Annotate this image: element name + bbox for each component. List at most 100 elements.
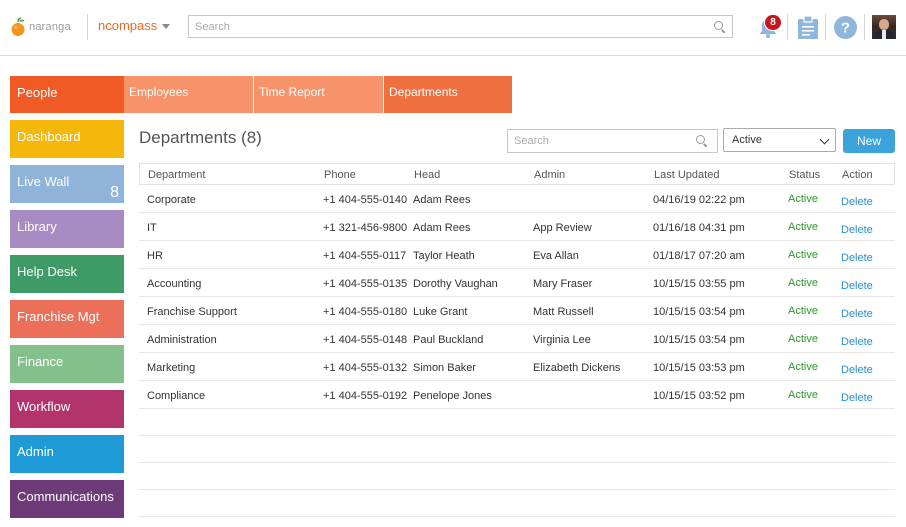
last-updated: 10/15/15 03:55 pm	[653, 278, 745, 290]
tab-departments[interactable]: Departments	[384, 76, 512, 113]
last-updated: 01/18/17 07:20 am	[653, 250, 745, 262]
status-text: Active	[788, 221, 818, 233]
sidebar-item-label: People	[17, 85, 58, 100]
table-row[interactable]: Marketing +1 404-555-0132 Simon Baker El…	[139, 353, 895, 381]
department-phone: +1 404-555-0140	[323, 194, 408, 206]
status-text: Active	[788, 333, 818, 345]
column-header: Action	[842, 169, 873, 181]
empty-row	[139, 463, 895, 490]
last-updated: 01/16/18 04:31 pm	[653, 222, 745, 234]
tab-employees[interactable]: Employees	[124, 76, 253, 113]
column-header[interactable]: Status	[789, 169, 820, 181]
delete-link[interactable]: Delete	[841, 336, 873, 348]
delete-link[interactable]: Delete	[841, 392, 873, 404]
search-icon[interactable]	[714, 21, 726, 34]
sidebar-item-label: Help Desk	[17, 264, 77, 279]
department-head: Dorothy Vaughan	[413, 278, 498, 290]
chevron-down-icon	[819, 134, 830, 145]
sidebar-item-label: Library	[17, 219, 57, 234]
table-row[interactable]: Accounting +1 404-555-0135 Dorothy Vaugh…	[139, 269, 895, 297]
department-admin: Matt Russell	[533, 306, 594, 318]
delete-link[interactable]: Delete	[841, 224, 873, 236]
column-header[interactable]: Department	[148, 169, 205, 181]
table-row[interactable]: IT +1 321-456-9800 Adam Rees App Review …	[139, 213, 895, 241]
department-phone: +1 404-555-0117	[323, 250, 407, 262]
app-switcher[interactable]: ncompass	[98, 18, 171, 33]
department-name[interactable]: IT	[147, 222, 157, 234]
new-department-button[interactable]: New	[843, 129, 895, 153]
table-header: Department Phone Head Admin Last Updated…	[139, 163, 895, 185]
sidebar-item-finance[interactable]: Finance	[10, 345, 124, 383]
sidebar-item-help-desk[interactable]: Help Desk	[10, 255, 124, 293]
department-phone: +1 404-555-0148	[323, 334, 408, 346]
table-row[interactable]: Compliance +1 404-555-0192 Penelope Jone…	[139, 381, 895, 409]
search-icon[interactable]	[696, 135, 708, 148]
sidebar-item-library[interactable]: Library	[10, 210, 124, 248]
department-name[interactable]: Corporate	[147, 194, 196, 206]
status-filter-select[interactable]: Active	[723, 128, 836, 152]
table-row[interactable]: Franchise Support +1 404-555-0180 Luke G…	[139, 297, 895, 325]
status-text: Active	[788, 249, 818, 261]
sidebar-item-dashboard[interactable]: Dashboard	[10, 120, 124, 158]
empty-row	[139, 436, 895, 463]
delete-link[interactable]: Delete	[841, 308, 873, 320]
department-name[interactable]: Accounting	[147, 278, 201, 290]
table-row[interactable]: Administration +1 404-555-0148 Paul Buck…	[139, 325, 895, 353]
notification-badge: 8	[764, 14, 782, 31]
sidebar-item-label: Communications	[17, 489, 114, 504]
sidebar-item-label: Workflow	[17, 399, 71, 414]
tab-label: Time Report	[259, 85, 325, 99]
department-name[interactable]: Marketing	[147, 362, 195, 374]
sidebar-item-franchise-mgt[interactable]: Franchise Mgt	[10, 300, 124, 338]
department-head: Taylor Heath	[413, 250, 475, 262]
column-header[interactable]: Last Updated	[654, 169, 719, 181]
avatar[interactable]	[872, 15, 896, 39]
sidebar-item-people[interactable]: People	[10, 76, 124, 113]
department-name[interactable]: Compliance	[147, 390, 205, 402]
empty-row	[139, 490, 895, 517]
delete-link[interactable]: Delete	[841, 252, 873, 264]
department-name[interactable]: Administration	[147, 334, 217, 346]
department-search-input[interactable]	[508, 130, 717, 152]
department-name[interactable]: Franchise Support	[147, 306, 237, 318]
page-title: Departments (8)	[139, 128, 262, 147]
departments-table: Department Phone Head Admin Last Updated…	[139, 163, 895, 517]
department-phone: +1 404-555-0135	[323, 278, 408, 290]
empty-row	[139, 409, 895, 436]
delete-link[interactable]: Delete	[841, 196, 873, 208]
global-search-input[interactable]	[189, 16, 732, 37]
global-search[interactable]	[188, 15, 733, 38]
column-header[interactable]: Phone	[324, 169, 356, 181]
chevron-down-icon	[162, 23, 171, 29]
table-row[interactable]: Corporate +1 404-555-0140 Adam Rees 04/1…	[139, 185, 895, 213]
tab-time-report[interactable]: Time Report	[254, 76, 383, 113]
status-filter-value: Active	[732, 134, 762, 146]
sidebar-item-label: Dashboard	[17, 129, 81, 144]
last-updated: 10/15/15 03:53 pm	[653, 362, 745, 374]
department-head: Penelope Jones	[413, 390, 492, 402]
sidebar-item-label: Live Wall	[17, 174, 70, 189]
department-admin: Elizabeth Dickens	[533, 362, 621, 374]
divider	[864, 14, 865, 40]
orange-logo-icon	[9, 17, 27, 37]
column-header[interactable]: Head	[414, 169, 440, 181]
sidebar-item-admin[interactable]: Admin	[10, 435, 124, 473]
column-header[interactable]: Admin	[534, 169, 565, 181]
sidebar-item-workflow[interactable]: Workflow	[10, 390, 124, 428]
delete-link[interactable]: Delete	[841, 280, 873, 292]
department-admin: App Review	[533, 222, 592, 234]
delete-link[interactable]: Delete	[841, 364, 873, 376]
table-row[interactable]: HR +1 404-555-0117 Taylor Heath Eva Alla…	[139, 241, 895, 269]
divider	[825, 14, 826, 40]
clipboard-icon[interactable]	[797, 15, 819, 42]
sidebar-item-communications[interactable]: Communications	[10, 480, 124, 518]
department-name[interactable]: HR	[147, 250, 163, 262]
app-name: ncompass	[98, 18, 158, 33]
last-updated: 10/15/15 03:54 pm	[653, 334, 745, 346]
department-search[interactable]	[507, 129, 718, 153]
help-icon[interactable]: ?	[834, 16, 857, 42]
department-head: Luke Grant	[413, 306, 468, 318]
logo[interactable]: naranga	[9, 16, 71, 38]
sidebar-item-live-wall[interactable]: Live Wall 8	[10, 165, 124, 203]
sidebar-item-label: Franchise Mgt	[17, 309, 100, 324]
